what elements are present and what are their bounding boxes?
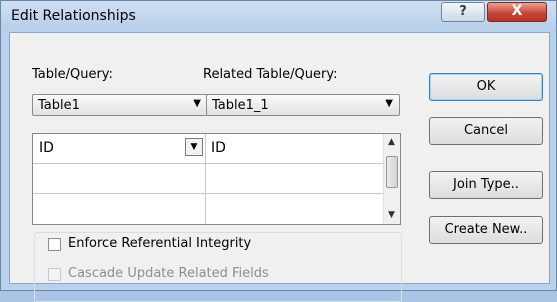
table-query-label: Table/Query: <box>32 67 113 82</box>
enforce-referential-integrity-option[interactable]: Enforce Referential Integrity <box>48 235 338 253</box>
grid-cell-table-field-3[interactable] <box>33 194 205 224</box>
grid-cell-related-field-3[interactable] <box>206 194 384 224</box>
dialog-client-area: Table/Query: Related Table/Query: Table1… <box>9 32 550 302</box>
scrollbar-thumb[interactable] <box>386 156 398 188</box>
chevron-down-icon: ▼ <box>193 98 201 109</box>
cascade-update-label: Cascade Update Related Fields <box>68 266 269 281</box>
cascade-update-option: Cascade Update Related Fields <box>48 265 348 283</box>
grid-cell-text: ID <box>39 140 54 156</box>
close-icon: X <box>511 3 523 19</box>
enforce-referential-integrity-checkbox[interactable] <box>48 238 61 251</box>
ok-button[interactable]: OK <box>429 73 543 101</box>
enforce-referential-integrity-label: Enforce Referential Integrity <box>68 236 252 251</box>
field-dropdown-button[interactable]: ▼ <box>185 138 203 156</box>
join-type-button-label: Join Type.. <box>453 177 519 192</box>
grid-cell-table-field-2[interactable] <box>33 164 205 193</box>
grid-cell-text: ID <box>211 140 226 156</box>
title-bar[interactable]: Edit Relationships ? X <box>1 1 556 31</box>
create-new-button[interactable]: Create New.. <box>429 216 543 244</box>
cancel-button-label: Cancel <box>463 123 509 138</box>
fields-grid: ID ▼ ID ▲ ▼ <box>32 133 401 225</box>
ok-button-label: OK <box>476 79 496 94</box>
table-query-value: Table1 <box>38 98 80 113</box>
grid-cell-related-field-1[interactable]: ID <box>206 134 384 163</box>
chevron-down-icon: ▼ <box>385 98 393 109</box>
related-table-query-select[interactable]: Table1_1 ▼ <box>206 94 400 116</box>
cascade-update-checkbox <box>48 268 61 281</box>
chevron-down-icon: ▼ <box>190 142 198 152</box>
grid-scrollbar[interactable]: ▲ ▼ <box>383 134 400 224</box>
related-table-query-label: Related Table/Query: <box>203 67 338 82</box>
question-mark-icon: ? <box>459 4 467 19</box>
grid-cell-table-field-1[interactable]: ID ▼ <box>33 134 205 163</box>
table-query-select[interactable]: Table1 ▼ <box>32 94 208 116</box>
close-button[interactable]: X <box>487 2 547 22</box>
scroll-down-icon[interactable]: ▼ <box>388 210 395 220</box>
related-table-query-value: Table1_1 <box>212 98 269 113</box>
cancel-button[interactable]: Cancel <box>429 117 543 145</box>
join-type-button[interactable]: Join Type.. <box>429 171 543 199</box>
dialog-title: Edit Relationships <box>11 8 136 24</box>
scroll-up-icon[interactable]: ▲ <box>388 137 395 147</box>
create-new-button-label: Create New.. <box>444 222 528 237</box>
edit-relationships-dialog: Edit Relationships ? X Table/Query: Rela… <box>0 0 557 302</box>
help-button[interactable]: ? <box>441 2 485 22</box>
grid-cell-related-field-2[interactable] <box>206 164 384 193</box>
